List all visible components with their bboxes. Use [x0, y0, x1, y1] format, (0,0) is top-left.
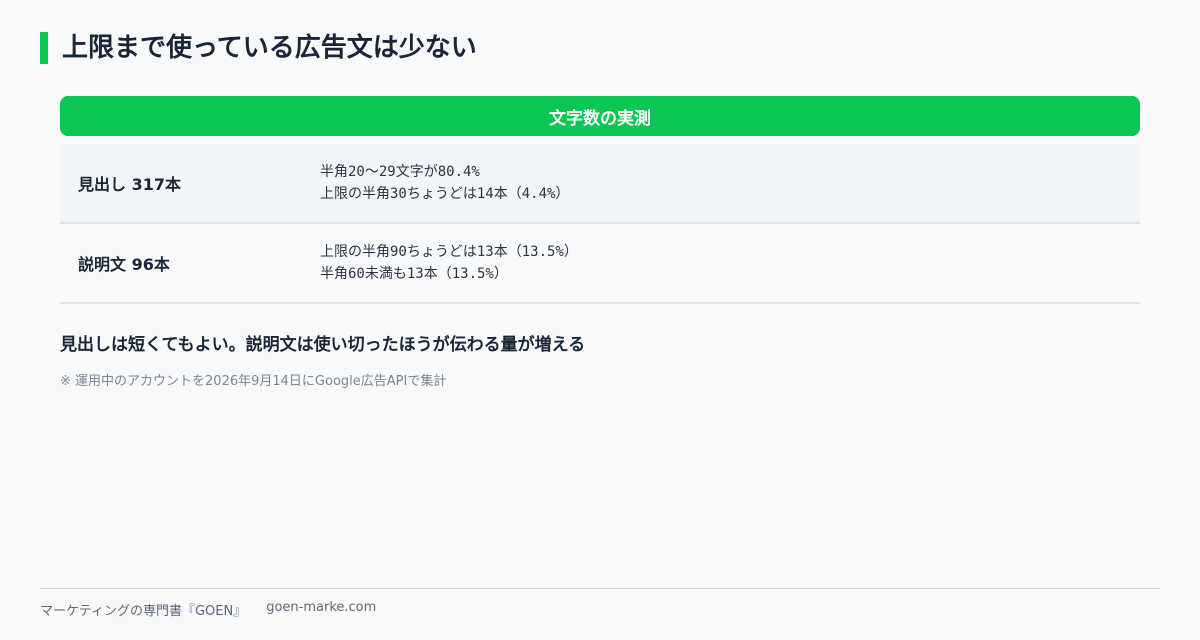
- table-row: 見出し 317本 半角20〜29文字が80.4% 上限の半角30ちょうどは14本…: [60, 144, 1140, 224]
- slide: 上限まで使っている広告文は少ない 文字数の実測 見出し 317本 半角20〜29…: [0, 0, 1200, 640]
- row-detail-line: 上限の半角30ちょうどは14本（4.4%）: [320, 186, 570, 202]
- title-accent-bar: [40, 32, 48, 64]
- row-details: 上限の半角90ちょうどは13本（13.5%） 半角60未満も13本（13.5%）: [320, 241, 578, 285]
- table-header: 文字数の実測: [60, 96, 1140, 136]
- conclusion-text: 見出しは短くてもよい。説明文は使い切ったほうが伝わる量が増える: [60, 335, 586, 355]
- page-title: 上限まで使っている広告文は少ない: [62, 33, 477, 63]
- footer-site-link[interactable]: goen-marke.com: [266, 600, 376, 619]
- table-row: 説明文 96本 上限の半角90ちょうどは13本（13.5%） 半角60未満も13…: [60, 224, 1140, 304]
- source-note: ※ 運用中のアカウントを2026年9月14日にGoogle広告APIで集計: [60, 374, 447, 389]
- row-label: 説明文 96本: [78, 255, 170, 274]
- footer-divider: [40, 588, 1160, 589]
- row-detail-line: 半角20〜29文字が80.4%: [320, 164, 480, 180]
- row-details: 半角20〜29文字が80.4% 上限の半角30ちょうどは14本（4.4%）: [320, 161, 569, 205]
- row-detail-line: 上限の半角90ちょうどは13本（13.5%）: [320, 244, 578, 260]
- footer-book-name: マーケティングの専門書『GOEN』: [40, 604, 247, 619]
- row-detail-line: 半角60未満も13本（13.5%）: [320, 266, 508, 282]
- footer: マーケティングの専門書『GOEN』 goen-marke.com: [40, 600, 376, 619]
- row-label: 見出し 317本: [78, 175, 181, 194]
